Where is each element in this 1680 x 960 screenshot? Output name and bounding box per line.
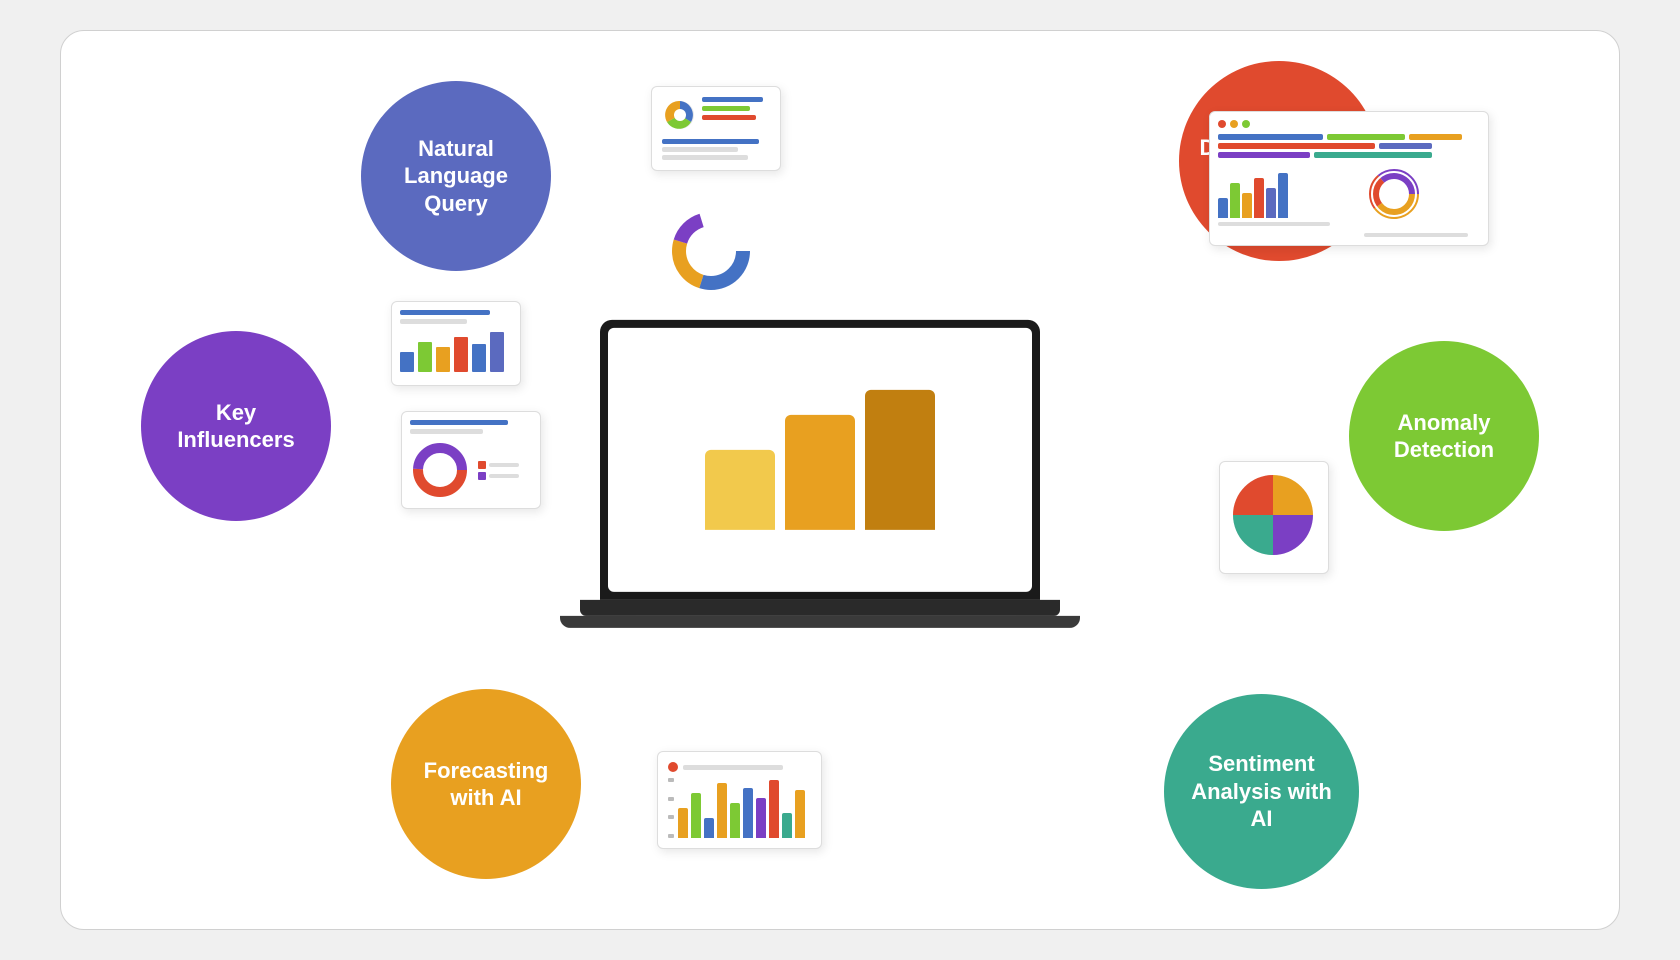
small-bar-svg <box>400 332 510 372</box>
nlq-label: Natural Language Query <box>381 135 531 218</box>
pbi-logo <box>705 390 935 530</box>
laptop-wrapper <box>600 320 1080 628</box>
donut-card-left <box>401 411 541 509</box>
dash-right <box>1364 164 1480 237</box>
forecast-label: Forecasting with AI <box>411 757 561 812</box>
circle-forecast[interactable]: Forecasting with AI <box>391 689 581 879</box>
dot-green <box>1242 120 1250 128</box>
dash-donut <box>1364 164 1424 224</box>
dash-left <box>1218 164 1358 237</box>
laptop-base <box>560 616 1080 628</box>
bar-card-left-mid <box>391 301 521 386</box>
circle-nlq[interactable]: Natural Language Query <box>361 81 551 271</box>
dash-section <box>1218 164 1480 237</box>
bar-card-bottom <box>657 751 822 849</box>
window-dots <box>1218 120 1480 128</box>
donut-svg-top <box>666 206 756 296</box>
donut-left-lower <box>410 440 470 500</box>
pie-right-mid <box>1228 470 1318 560</box>
sentiment-label: Sentiment Analysis with AI <box>1184 750 1339 833</box>
dot-orange <box>1230 120 1238 128</box>
report-pie-icon <box>662 97 698 133</box>
anomaly-label: Anomaly Detection <box>1369 409 1519 464</box>
key-label: Key Influencers <box>161 399 311 454</box>
laptop-screen <box>600 320 1040 600</box>
laptop-hinge <box>580 600 1060 616</box>
report-card-top <box>651 86 781 171</box>
circle-sentiment[interactable]: Sentiment Analysis with AI <box>1164 694 1359 889</box>
circle-anomaly[interactable]: Anomaly Detection <box>1349 341 1539 531</box>
pie-card-right <box>1219 461 1329 574</box>
dashboard-card <box>1209 111 1489 246</box>
main-card: Natural Language Query Decomposition Tre… <box>60 30 1620 930</box>
laptop-screen-inner <box>608 328 1032 592</box>
donut-top-center <box>666 206 756 301</box>
circle-key[interactable]: Key Influencers <box>141 331 331 521</box>
dot-red <box>1218 120 1226 128</box>
